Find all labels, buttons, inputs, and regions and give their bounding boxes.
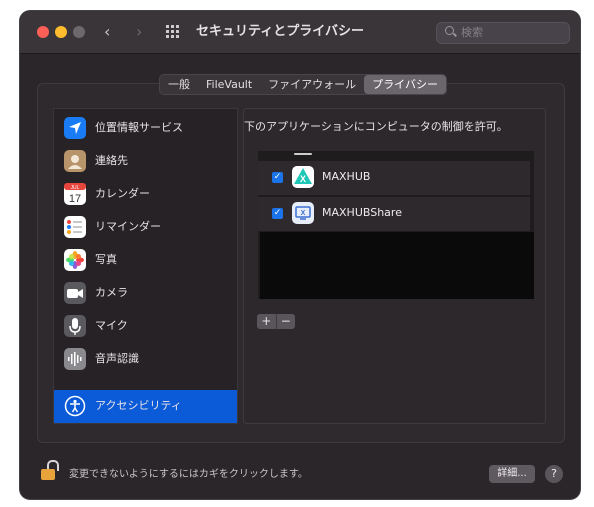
back-chevron-icon[interactable]: ‹ <box>104 22 110 42</box>
lock-message: 変更できないようにするにはカギをクリックします。 <box>69 469 308 480</box>
location-icon <box>64 117 86 139</box>
app-row-maxhubshare[interactable]: ✓ X MAXHUBShare <box>258 197 530 231</box>
scroll-indicator[interactable] <box>294 153 312 155</box>
sidebar-item-label: 音声認識 <box>95 352 139 365</box>
maxhubshare-icon: X <box>292 202 314 224</box>
lock-icon[interactable] <box>41 460 59 482</box>
sidebar-item-speech-recognition[interactable]: 音声認識 <box>54 343 237 376</box>
svg-text:X: X <box>300 174 306 184</box>
tab-filevault[interactable]: FileVault <box>198 75 260 94</box>
titlebar: ‹ › セキュリティとプライバシー 検索 <box>20 11 580 54</box>
sidebar-item-label: カレンダー <box>95 187 150 200</box>
sidebar-item-accessibility[interactable]: アクセシビリティ <box>54 390 237 423</box>
sidebar-item-label: 位置情報サービス <box>95 121 183 134</box>
app-list-empty-area <box>260 232 534 299</box>
sidebar-item-camera[interactable]: カメラ <box>54 277 237 310</box>
app-row-maxhub[interactable]: ✓ X MAXHUB <box>258 161 530 195</box>
accessibility-icon <box>64 395 86 417</box>
tab-bar: 一般 FileVault ファイアウォール プライバシー <box>159 74 447 95</box>
search-field[interactable]: 検索 <box>436 22 570 44</box>
app-name: MAXHUBShare <box>322 206 402 219</box>
photos-icon <box>64 249 86 271</box>
tab-privacy[interactable]: プライバシー <box>364 75 446 94</box>
sidebar-item-label: 連絡先 <box>95 154 128 167</box>
app-checkbox[interactable]: ✓ <box>272 208 283 219</box>
help-button[interactable]: ? <box>545 465 563 483</box>
details-button[interactable]: 詳細... <box>489 465 535 483</box>
search-icon <box>445 26 454 35</box>
reminders-icon <box>64 216 86 238</box>
show-all-grid-icon[interactable] <box>166 25 180 39</box>
privacy-sidebar: 位置情報サービス 連絡先 JUL 17 カレンダー リマインダー 写真 カメラ … <box>53 108 238 424</box>
tab-firewall[interactable]: ファイアウォール <box>260 75 364 94</box>
minimize-button[interactable] <box>55 26 67 38</box>
preferences-window: ‹ › セキュリティとプライバシー 検索 一般 FileVault ファイアウォ… <box>20 11 580 499</box>
add-button[interactable]: + <box>257 314 276 329</box>
app-checkbox[interactable]: ✓ <box>272 172 283 183</box>
camera-icon <box>64 282 86 304</box>
sidebar-item-photos[interactable]: 写真 <box>54 244 237 277</box>
sidebar-item-label: マイク <box>95 319 128 332</box>
remove-button[interactable]: − <box>275 314 296 329</box>
sidebar-item-label: カメラ <box>95 286 128 299</box>
sidebar-item-reminders[interactable]: リマインダー <box>54 211 237 244</box>
calendar-icon-month: JUL <box>71 185 80 191</box>
sidebar-item-label: リマインダー <box>95 220 161 233</box>
permissions-description: 下のアプリケーションにコンピュータの制御を許可。 <box>244 120 508 133</box>
close-button[interactable] <box>37 26 49 38</box>
zoom-button[interactable] <box>73 26 85 38</box>
sidebar-item-label: アクセシビリティ <box>95 399 182 412</box>
search-placeholder: 検索 <box>461 26 483 39</box>
calendar-icon: JUL 17 <box>64 183 86 205</box>
svg-text:X: X <box>301 210 306 217</box>
calendar-icon-day: 17 <box>69 193 81 205</box>
speech-recognition-icon <box>64 348 86 370</box>
sidebar-item-location-services[interactable]: 位置情報サービス <box>54 112 237 145</box>
sidebar-item-label: 写真 <box>95 253 117 266</box>
sidebar-item-calendar[interactable]: JUL 17 カレンダー <box>54 178 237 211</box>
app-name: MAXHUB <box>322 170 371 183</box>
add-remove-control: + − <box>257 314 295 329</box>
forward-chevron-icon[interactable]: › <box>136 22 142 42</box>
sidebar-item-contacts[interactable]: 連絡先 <box>54 145 237 178</box>
maxhub-icon: X <box>292 166 314 188</box>
window-title: セキュリティとプライバシー <box>196 24 364 39</box>
contacts-icon <box>64 150 86 172</box>
sidebar-item-microphone[interactable]: マイク <box>54 310 237 343</box>
microphone-icon <box>64 315 86 337</box>
tab-general[interactable]: 一般 <box>160 75 198 94</box>
